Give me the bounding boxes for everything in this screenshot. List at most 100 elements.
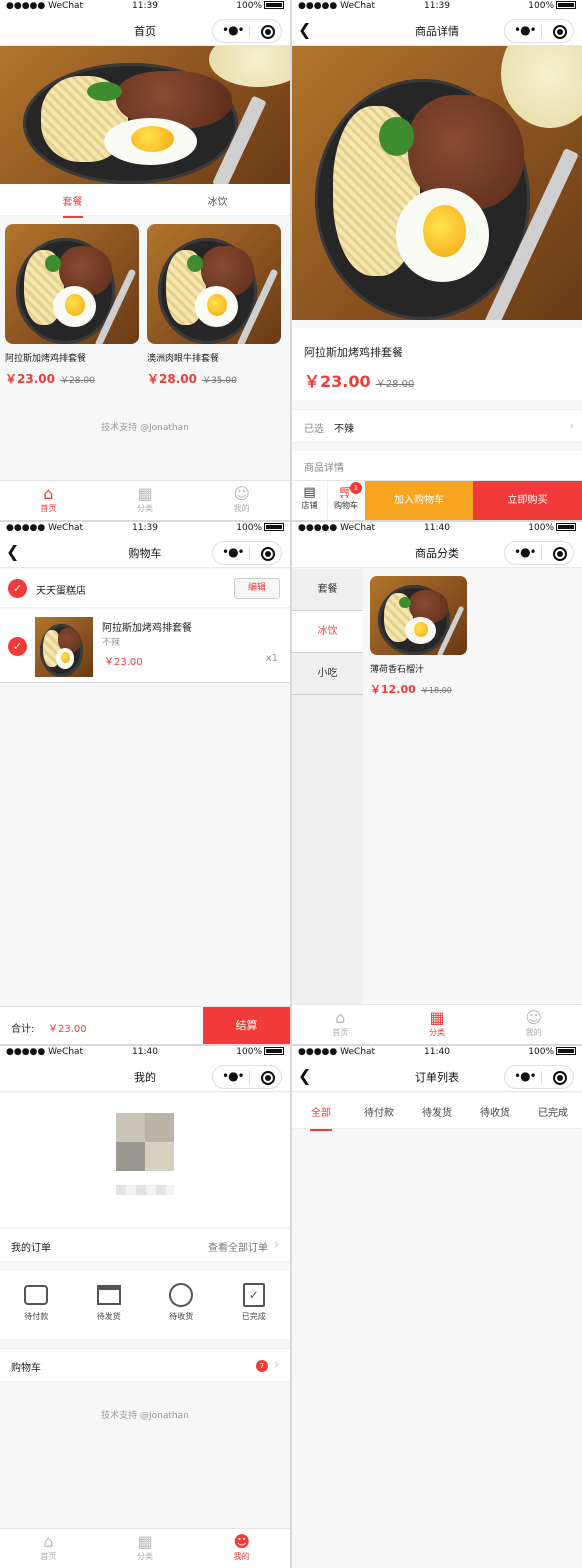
category-tabs: 套餐 冰饮 bbox=[0, 184, 290, 218]
order-pending-shipment[interactable]: 待发货 bbox=[73, 1271, 146, 1339]
tab-completed[interactable]: 已完成 bbox=[524, 1093, 582, 1128]
tab-pending-shipment[interactable]: 待发货 bbox=[408, 1093, 466, 1128]
tab-home[interactable]: ⌂ 首页 bbox=[0, 481, 97, 520]
order-completed[interactable]: ✓ 已完成 bbox=[218, 1271, 291, 1339]
tab-mine[interactable]: ☺ 我的 bbox=[485, 1005, 582, 1044]
close-mini-program-icon[interactable] bbox=[553, 547, 567, 561]
item-check-icon[interactable]: ✓ bbox=[8, 637, 27, 656]
close-mini-program-icon[interactable] bbox=[261, 25, 275, 39]
more-icon[interactable]: •●• bbox=[514, 23, 537, 37]
status-bar: ●●●●● WeChat 11:40 100% bbox=[292, 522, 582, 538]
chevron-right-icon: › bbox=[274, 1357, 279, 1371]
close-mini-program-icon[interactable] bbox=[553, 1071, 567, 1085]
product-card[interactable]: 阿拉斯加烤鸡排套餐 ￥23.00 ￥28.00 bbox=[5, 224, 140, 387]
more-icon[interactable]: •●• bbox=[222, 23, 245, 37]
capsule-menu[interactable]: •●• bbox=[504, 541, 574, 565]
order-pending-receipt[interactable]: 待收货 bbox=[145, 1271, 218, 1339]
smile-icon: ☺ bbox=[525, 1008, 543, 1027]
spec-selector[interactable]: 已选 不辣 › bbox=[292, 409, 582, 443]
product-image[interactable] bbox=[5, 224, 139, 344]
add-to-cart-button[interactable]: 加入购物车 bbox=[365, 481, 473, 520]
product-card[interactable]: 澳洲肉眼牛排套餐 ￥28.00 ￥35.00 bbox=[147, 224, 282, 387]
battery: 100% bbox=[528, 523, 576, 533]
clock-icon bbox=[169, 1283, 194, 1307]
chevron-right-icon: › bbox=[274, 1237, 279, 1251]
cart-item[interactable]: ✓ 阿拉斯加烤鸡排套餐 不辣 ￥23.00 x1 bbox=[0, 610, 290, 683]
tab-all[interactable]: 全部 bbox=[292, 1093, 350, 1131]
product-image[interactable] bbox=[147, 224, 281, 344]
product-image[interactable] bbox=[370, 576, 467, 655]
category-item-active[interactable]: 冰饮 bbox=[292, 611, 363, 653]
footer-credit: 技术支持 @Jonathan bbox=[101, 1411, 189, 1421]
more-icon[interactable]: •●• bbox=[222, 1069, 245, 1083]
tab-mine[interactable]: ☺ 我的 bbox=[193, 481, 290, 520]
avatar[interactable] bbox=[116, 1113, 174, 1171]
nav-bar: 我的 •●• bbox=[0, 1062, 290, 1092]
shop-check-icon[interactable]: ✓ bbox=[8, 579, 27, 598]
nav-bar: ❮ 订单列表 •●• bbox=[292, 1062, 582, 1092]
grid-icon: ▦ bbox=[137, 484, 153, 503]
tab-home[interactable]: ⌂ 首页 bbox=[0, 1529, 97, 1568]
buy-now-button[interactable]: 立即购买 bbox=[473, 481, 582, 520]
product-price: ￥28.00 bbox=[147, 372, 197, 386]
tab-home[interactable]: ⌂ 首页 bbox=[292, 1005, 389, 1044]
close-mini-program-icon[interactable] bbox=[261, 1071, 275, 1085]
product-card[interactable]: 薄荷香石榴汁 ￥12.00 ￥18.00 bbox=[370, 576, 470, 697]
tab-mine[interactable]: ☻ 我的 bbox=[193, 1529, 290, 1568]
tab-drinks[interactable]: 冰饮 bbox=[145, 193, 290, 208]
tab-pending-receipt[interactable]: 待收货 bbox=[466, 1093, 524, 1128]
capsule-menu[interactable]: •●• bbox=[212, 19, 282, 43]
footer-credit: 技术支持 @Jonathan bbox=[101, 423, 189, 433]
tab-category[interactable]: ▦ 分类 bbox=[97, 1529, 194, 1568]
item-spec: 不辣 bbox=[102, 638, 121, 648]
order-pending-payment[interactable]: 待付款 bbox=[0, 1271, 73, 1339]
tab-category[interactable]: ▦ 分类 bbox=[97, 481, 194, 520]
capsule-menu[interactable]: •●• bbox=[212, 1065, 282, 1089]
status-bar: ●●●●● WeChat 11:39 100% bbox=[0, 522, 290, 538]
box-icon bbox=[96, 1285, 121, 1305]
capsule-menu[interactable]: •●• bbox=[504, 1065, 574, 1089]
shop-button[interactable]: ▤ 店铺 bbox=[292, 481, 328, 520]
item-price: ￥23.00 bbox=[104, 657, 143, 668]
tab-category[interactable]: ▦ 分类 bbox=[389, 1005, 486, 1044]
order-list-screen: ●●●●● WeChat 11:40 100% ❮ 订单列表 •●• 全部 待付款 … bbox=[292, 1046, 582, 1568]
banner-image[interactable] bbox=[0, 46, 290, 184]
checkout-bar: 合计: ￥23.00 结算 bbox=[0, 1006, 290, 1044]
more-icon[interactable]: •●• bbox=[514, 545, 537, 559]
product-name: 阿拉斯加烤鸡排套餐 bbox=[5, 354, 87, 364]
checkout-button[interactable]: 结算 bbox=[203, 1007, 290, 1044]
close-mini-program-icon[interactable] bbox=[261, 547, 275, 561]
nav-bar: ❮ 购物车 •●• bbox=[0, 538, 290, 568]
edit-button[interactable]: 编辑 bbox=[234, 578, 280, 599]
capsule-menu[interactable]: •●• bbox=[504, 19, 574, 43]
product-old-price: ￥28.00 bbox=[375, 379, 415, 390]
home-icon: ⌂ bbox=[43, 484, 54, 503]
tab-bar: ⌂ 首页 ▦ 分类 ☻ 我的 bbox=[0, 1528, 290, 1568]
detail-heading: 商品详情 bbox=[304, 463, 344, 474]
product-price: ￥23.00 bbox=[5, 372, 55, 386]
status-bar: ●●●●● WeChat 11:39 100% bbox=[292, 0, 582, 16]
category-item[interactable]: 小吃 bbox=[292, 653, 363, 695]
cart-screen: ●●●●● WeChat 11:39 100% ❮ 购物车 •●• ✓ 天天蛋糕店 … bbox=[0, 522, 290, 1044]
clipboard-check-icon: ✓ bbox=[242, 1283, 265, 1307]
product-old-price: ￥28.00 bbox=[60, 376, 95, 386]
battery: 100% bbox=[528, 1, 576, 11]
smile-icon: ☺ bbox=[233, 484, 251, 503]
more-icon[interactable]: •●• bbox=[514, 1069, 537, 1083]
more-icon[interactable]: •●• bbox=[222, 545, 245, 559]
product-price: ￥23.00 bbox=[304, 372, 371, 391]
close-mini-program-icon[interactable] bbox=[553, 25, 567, 39]
capsule-menu[interactable]: •●• bbox=[212, 541, 282, 565]
my-orders-row[interactable]: 我的订单 查看全部订单 › bbox=[0, 1228, 290, 1262]
item-thumbnail bbox=[35, 617, 93, 677]
home-icon: ⌂ bbox=[335, 1008, 346, 1027]
view-all-orders-link[interactable]: 查看全部订单 bbox=[208, 1239, 268, 1254]
tab-combo[interactable]: 套餐 bbox=[0, 193, 145, 218]
product-hero-image[interactable] bbox=[292, 46, 582, 320]
category-item[interactable]: 套餐 bbox=[292, 569, 363, 611]
action-bar: ▤ 店铺 🛒︎ 购物车 1 加入购物车 立即购买 bbox=[292, 480, 582, 520]
cart-button[interactable]: 🛒︎ 购物车 1 bbox=[328, 481, 364, 520]
cart-row[interactable]: 购物车 7 › bbox=[0, 1348, 290, 1382]
tab-pending-payment[interactable]: 待付款 bbox=[350, 1093, 408, 1128]
shop-row: ✓ 天天蛋糕店 编辑 bbox=[0, 570, 290, 608]
